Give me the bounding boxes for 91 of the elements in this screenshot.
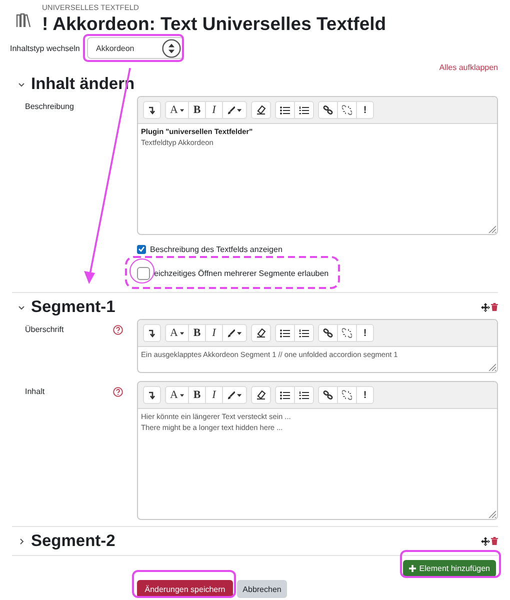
chevron-right-icon[interactable] <box>18 538 25 544</box>
add-element-button[interactable]: Element hinzufügen <box>403 560 496 577</box>
unlink-button[interactable] <box>338 324 357 342</box>
checkbox-label: eichzeitiges Öffnen mehrerer Segmente erlauben <box>154 268 329 278</box>
expand-all-link[interactable]: Alles aufklappen <box>439 62 498 72</box>
bullet-list-icon <box>280 390 290 400</box>
checkbox[interactable] <box>137 244 146 254</box>
indent-button[interactable] <box>143 386 161 404</box>
caret-icon <box>180 394 184 396</box>
indent-icon <box>148 390 156 400</box>
bullet-list-button[interactable] <box>275 324 295 342</box>
content-type-select[interactable]: Akkordeon <box>87 37 184 59</box>
checkbox-label: Beschreibung des Textfelds anzeigen <box>150 244 282 254</box>
brush-button[interactable] <box>223 101 247 119</box>
bold-button[interactable]: B <box>189 386 206 404</box>
eraser-button[interactable] <box>251 324 271 342</box>
indent-button[interactable] <box>143 324 161 342</box>
caret-icon <box>237 332 242 334</box>
font-button[interactable]: A <box>165 324 189 342</box>
trash-icon[interactable] <box>491 303 498 311</box>
unlink-button[interactable] <box>338 386 357 404</box>
numbered-list-button[interactable] <box>295 101 314 119</box>
numbered-list-button[interactable] <box>295 324 314 342</box>
link-icon <box>323 390 333 400</box>
caret-icon <box>180 332 184 334</box>
indent-icon <box>148 328 156 338</box>
eraser-icon <box>256 328 266 338</box>
field-label: Überschrift <box>24 324 65 334</box>
indent-button[interactable] <box>143 101 161 119</box>
resize-grip-icon <box>488 225 496 233</box>
bullet-list-button[interactable] <box>275 386 295 404</box>
plugin-icon <box>16 12 32 28</box>
exclamation-button[interactable]: ! <box>357 386 374 404</box>
exclamation-button[interactable]: ! <box>357 101 374 119</box>
chevron-down-icon[interactable] <box>18 80 25 88</box>
chevron-down-icon[interactable] <box>18 304 25 310</box>
help-icon[interactable] <box>113 387 123 397</box>
unlink-icon <box>342 390 352 400</box>
bullet-list-icon <box>280 106 290 114</box>
numbered-list-icon <box>299 390 309 400</box>
eraser-button[interactable] <box>251 386 271 404</box>
resize-grip-icon <box>488 510 496 518</box>
move-icon[interactable] <box>481 302 490 312</box>
numbered-list-icon <box>299 106 309 114</box>
plus-icon <box>409 565 416 572</box>
font-button[interactable]: A <box>165 101 189 119</box>
link-icon <box>323 105 333 115</box>
italic-button[interactable]: I <box>206 101 223 119</box>
brush-button[interactable] <box>223 324 247 342</box>
checkbox[interactable] <box>137 266 150 280</box>
caret-icon <box>237 394 242 396</box>
link-button[interactable] <box>318 101 338 119</box>
eraser-button[interactable] <box>251 101 271 119</box>
caret-icon <box>180 108 184 112</box>
eraser-icon <box>256 105 266 115</box>
bullet-list-button[interactable] <box>275 101 295 119</box>
trash-icon[interactable] <box>491 537 498 545</box>
unlink-icon <box>342 328 352 338</box>
unlink-icon <box>342 105 352 115</box>
link-button[interactable] <box>318 386 338 404</box>
help-icon[interactable] <box>113 325 123 335</box>
indent-icon <box>148 106 156 114</box>
numbered-list-icon <box>299 328 309 338</box>
section-heading: Segment-1 <box>31 298 116 316</box>
brush-icon <box>227 328 236 338</box>
brush-icon <box>227 390 236 400</box>
sort-arrows-icon <box>162 38 181 58</box>
link-button[interactable] <box>318 324 338 342</box>
field-label: Beschreibung <box>24 101 75 111</box>
move-icon[interactable] <box>481 536 490 546</box>
bullet-list-icon <box>280 328 290 338</box>
brush-button[interactable] <box>223 386 247 404</box>
section-heading: Segment-2 <box>31 532 116 550</box>
cancel-button[interactable]: Abbrechen <box>237 580 287 598</box>
resize-grip-icon <box>488 363 496 371</box>
field-label: Inhaltstyp wechseln <box>10 44 81 52</box>
eraser-icon <box>256 390 266 400</box>
field-label: Inhalt <box>24 386 46 396</box>
unlink-button[interactable] <box>338 101 357 119</box>
bold-button[interactable]: B <box>189 101 206 119</box>
italic-button[interactable]: I <box>206 324 223 342</box>
link-icon <box>323 328 333 338</box>
bold-button[interactable]: B <box>189 324 206 342</box>
numbered-list-button[interactable] <box>295 386 314 404</box>
italic-button[interactable]: I <box>206 386 223 404</box>
caret-icon <box>237 108 242 112</box>
highlight-circle <box>130 258 154 284</box>
exclamation-button[interactable]: ! <box>357 324 374 342</box>
page-title: ! Akkordeon: Text Universelles Textfeld <box>42 13 386 35</box>
brush-icon <box>227 106 236 114</box>
font-button[interactable]: A <box>165 386 189 404</box>
